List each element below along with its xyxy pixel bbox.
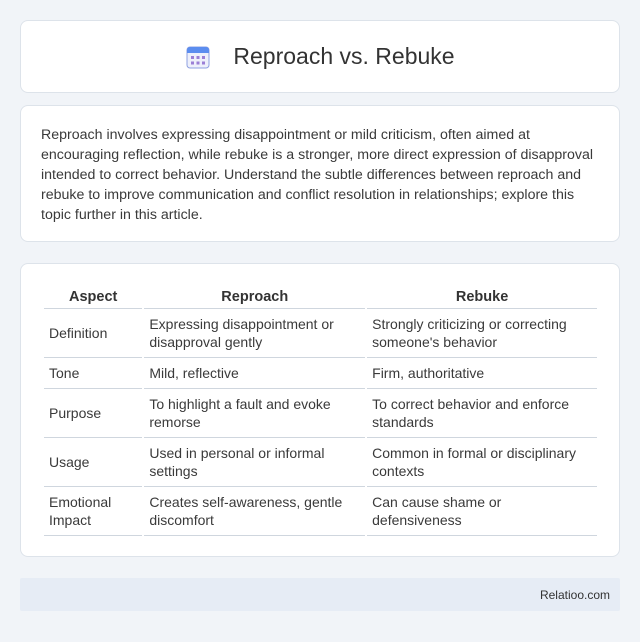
footer-brand[interactable]: Relatioo.com	[540, 588, 610, 602]
table-row: Definition Expressing disappointment or …	[44, 309, 597, 358]
row-aspect: Tone	[44, 358, 143, 389]
title-card: Reproach vs. Rebuke	[20, 20, 620, 93]
header-aspect: Aspect	[44, 284, 143, 309]
row-aspect: Purpose	[44, 389, 143, 438]
header-rebuke: Rebuke	[367, 284, 597, 309]
table-header-row: Aspect Reproach Rebuke	[44, 284, 597, 309]
table-row: Tone Mild, reflective Firm, authoritativ…	[44, 358, 597, 389]
row-rebuke: Common in formal or disciplinary context…	[367, 438, 597, 487]
comparison-table: Aspect Reproach Rebuke Definition Expres…	[42, 284, 599, 536]
row-reproach: Creates self-awareness, gentle discomfor…	[144, 487, 366, 536]
page-title: Reproach vs. Rebuke	[233, 43, 455, 69]
table-row: Emotional Impact Creates self-awareness,…	[44, 487, 597, 536]
intro-card: Reproach involves expressing disappointm…	[20, 105, 620, 242]
intro-text: Reproach involves expressing disappointm…	[41, 127, 594, 223]
footer: Relatioo.com	[20, 578, 620, 611]
row-reproach: Mild, reflective	[144, 358, 366, 389]
row-reproach: Expressing disappointment or disapproval…	[144, 309, 366, 358]
row-reproach: To highlight a fault and evoke remorse	[144, 389, 366, 438]
row-rebuke: Strongly criticizing or correcting someo…	[367, 309, 597, 358]
row-aspect: Definition	[44, 309, 143, 358]
row-reproach: Used in personal or informal settings	[144, 438, 366, 487]
comparison-card: Aspect Reproach Rebuke Definition Expres…	[20, 263, 620, 557]
row-rebuke: Firm, authoritative	[367, 358, 597, 389]
row-rebuke: To correct behavior and enforce standard…	[367, 389, 597, 438]
row-aspect: Usage	[44, 438, 143, 487]
row-rebuke: Can cause shame or defensiveness	[367, 487, 597, 536]
calendar-grid-icon	[185, 44, 211, 70]
table-row: Purpose To highlight a fault and evoke r…	[44, 389, 597, 438]
header-reproach: Reproach	[144, 284, 366, 309]
table-row: Usage Used in personal or informal setti…	[44, 438, 597, 487]
row-aspect: Emotional Impact	[44, 487, 143, 536]
